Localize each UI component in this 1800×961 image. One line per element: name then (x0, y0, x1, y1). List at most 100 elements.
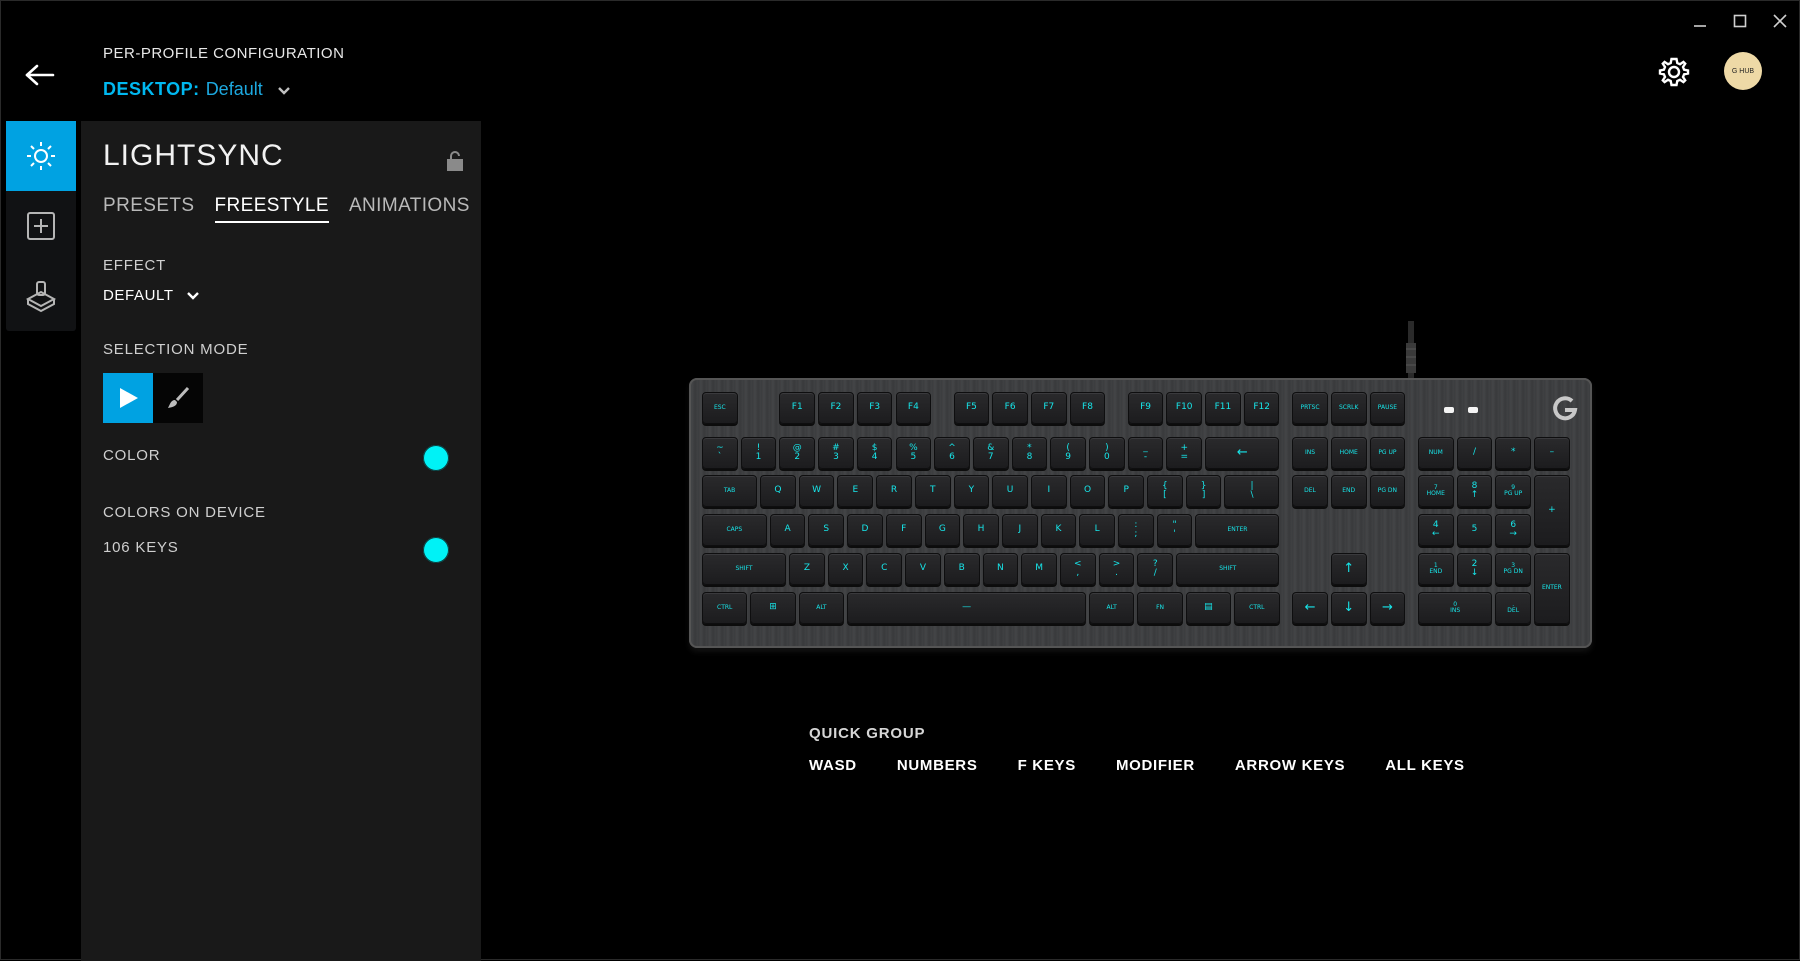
key-o[interactable]: O (1069, 475, 1106, 507)
key-f2[interactable]: F2 (818, 392, 854, 424)
key-tilde[interactable]: ~ ` (702, 437, 738, 469)
key-caps[interactable]: CAPS (702, 514, 767, 546)
key-f8[interactable]: F8 (1069, 392, 1106, 424)
key-win[interactable]: ⊞ (750, 592, 796, 624)
key-bksp[interactable]: ← (1205, 437, 1280, 469)
key-home[interactable]: HOME (1330, 437, 1367, 469)
key-n1[interactable]: ! 1 (740, 437, 777, 469)
key-f5[interactable]: F5 (953, 392, 990, 424)
key-x[interactable]: X (827, 553, 864, 585)
key-quote[interactable]: " ' (1156, 514, 1193, 546)
pointer-mode-button[interactable] (103, 373, 153, 423)
key-esc[interactable]: ESC (702, 392, 738, 424)
key-s[interactable]: S (808, 514, 845, 546)
tab-freestyle[interactable]: FREESTYLE (214, 195, 329, 223)
key-d[interactable]: D (847, 514, 883, 546)
key-nadd[interactable]: + (1534, 475, 1570, 546)
key-n6k[interactable]: 6 → (1495, 514, 1532, 546)
key-v[interactable]: V (905, 553, 941, 585)
key-right[interactable]: → (1369, 592, 1406, 624)
key-equal[interactable]: + = (1166, 437, 1203, 469)
key-fn[interactable]: FN (1137, 592, 1183, 624)
rail-item-lightsync[interactable] (6, 121, 76, 191)
key-n5k[interactable]: 5 (1456, 514, 1493, 546)
key-n8k[interactable]: 8 ↑ (1456, 475, 1493, 507)
key-i[interactable]: I (1030, 475, 1067, 507)
key-lctrl[interactable]: CTRL (702, 592, 748, 624)
key-lbr[interactable]: { [ (1147, 475, 1183, 507)
key-down[interactable]: ↓ (1330, 592, 1367, 624)
key-f[interactable]: F (885, 514, 922, 546)
rail-item-game-mode[interactable] (6, 261, 76, 331)
key-b[interactable]: B (943, 553, 980, 585)
key-ndiv[interactable]: / (1456, 437, 1493, 469)
key-f12[interactable]: F12 (1243, 392, 1280, 424)
key-del[interactable]: DEL (1292, 475, 1328, 507)
key-m[interactable]: M (1021, 553, 1057, 585)
key-nent[interactable]: ENTER (1534, 553, 1570, 624)
key-f1[interactable]: F1 (779, 392, 816, 424)
key-rbr[interactable]: } ] (1185, 475, 1222, 507)
key-f9[interactable]: F9 (1127, 392, 1164, 424)
quick-group-numbers[interactable]: NUMBERS (897, 757, 978, 774)
key-n4[interactable]: $ 4 (856, 437, 893, 469)
key-f6[interactable]: F6 (992, 392, 1028, 424)
key-n8[interactable]: * 8 (1011, 437, 1048, 469)
key-prtsc[interactable]: PRTSC (1292, 392, 1328, 424)
back-button[interactable] (21, 57, 59, 93)
avatar[interactable]: G HUB (1724, 52, 1762, 90)
key-j[interactable]: J (1001, 514, 1038, 546)
key-period[interactable]: > . (1098, 553, 1135, 585)
key-f4[interactable]: F4 (895, 392, 932, 424)
key-n5[interactable]: % 5 (895, 437, 932, 469)
key-nmul[interactable]: * (1495, 437, 1532, 469)
key-minus[interactable]: _ - (1127, 437, 1164, 469)
key-rshift[interactable]: SHIFT (1176, 553, 1280, 585)
key-n0[interactable]: ) 0 (1089, 437, 1125, 469)
quick-group-wasd[interactable]: WASD (809, 757, 857, 774)
key-n7[interactable]: & 7 (972, 437, 1009, 469)
key-comma[interactable]: < , (1059, 553, 1096, 585)
key-n6[interactable]: ^ 6 (934, 437, 970, 469)
key-g[interactable]: G (924, 514, 961, 546)
key-lk[interactable]: L (1079, 514, 1115, 546)
key-n3k[interactable]: 3 PG DN (1495, 553, 1532, 585)
settings-button[interactable] (1653, 51, 1695, 93)
tab-animations[interactable]: ANIMATIONS (349, 195, 470, 223)
key-scrlk[interactable]: SCRLK (1330, 392, 1367, 424)
key-up[interactable]: ↑ (1330, 553, 1367, 585)
key-f7[interactable]: F7 (1030, 392, 1067, 424)
key-end[interactable]: END (1330, 475, 1367, 507)
key-n1k[interactable]: 1 END (1417, 553, 1454, 585)
color-swatch[interactable] (423, 445, 449, 471)
key-enter[interactable]: ENTER (1195, 514, 1280, 546)
key-u[interactable]: U (992, 475, 1028, 507)
key-nsub[interactable]: – (1534, 437, 1570, 469)
rail-item-assignments[interactable] (6, 191, 76, 261)
brush-mode-button[interactable] (153, 373, 203, 423)
key-p[interactable]: P (1108, 475, 1145, 507)
key-n9k[interactable]: 9 PG UP (1495, 475, 1532, 507)
key-rctrl[interactable]: CTRL (1234, 592, 1280, 624)
key-r[interactable]: R (876, 475, 912, 507)
key-n2[interactable]: @ 2 (779, 437, 816, 469)
key-slash[interactable]: ? / (1137, 553, 1174, 585)
tab-presets[interactable]: PRESETS (103, 195, 195, 223)
key-n0k[interactable]: 0 INS (1417, 592, 1493, 624)
minimize-button[interactable] (1686, 9, 1714, 33)
key-ralt[interactable]: ALT (1089, 592, 1135, 624)
key-f11[interactable]: F11 (1205, 392, 1241, 424)
key-f10[interactable]: F10 (1166, 392, 1203, 424)
quick-group-arrow-keys[interactable]: ARROW KEYS (1235, 757, 1345, 774)
key-f3[interactable]: F3 (856, 392, 893, 424)
key-pause[interactable]: PAUSE (1369, 392, 1406, 424)
close-button[interactable] (1766, 9, 1794, 33)
key-h[interactable]: H (963, 514, 999, 546)
key-w[interactable]: W (798, 475, 835, 507)
key-num[interactable]: NUM (1417, 437, 1454, 469)
key-lalt[interactable]: ALT (798, 592, 845, 624)
key-n2k[interactable]: 2 ↓ (1456, 553, 1493, 585)
key-menu[interactable]: ▤ (1185, 592, 1232, 624)
key-q[interactable]: Q (760, 475, 796, 507)
key-n[interactable]: N (982, 553, 1019, 585)
